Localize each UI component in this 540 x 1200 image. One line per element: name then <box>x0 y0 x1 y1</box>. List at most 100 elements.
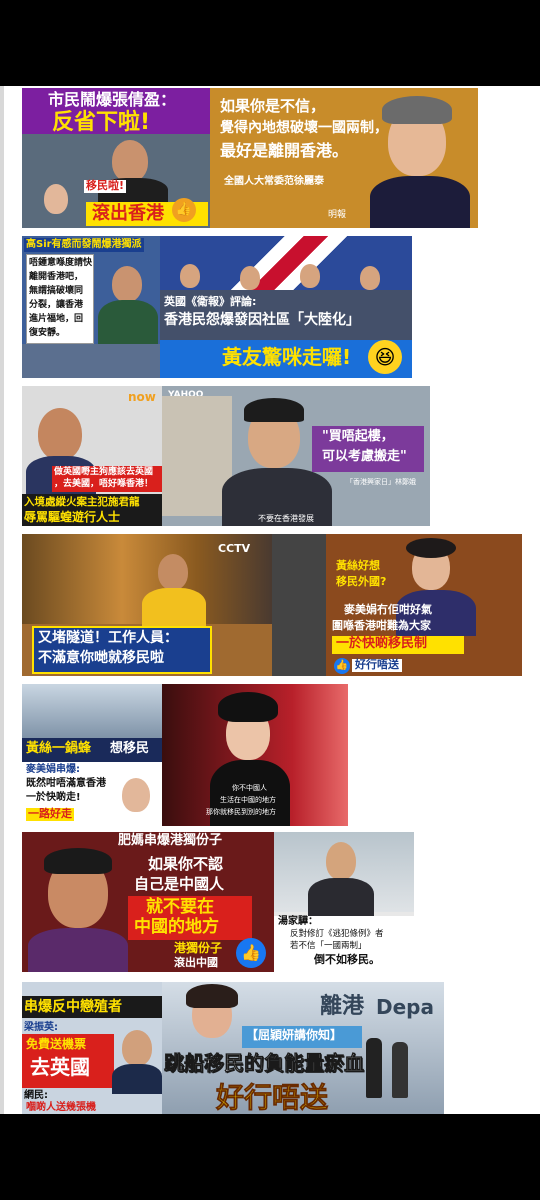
image-panel-2a: 高Sir有感而發鬧爆港獨派 唔鍾意喺度請快 離開香港吧， 無謂搞破壞同 分裂，讓… <box>22 236 160 378</box>
quote-source: 「香港興家日」林鄭娥 <box>346 478 416 486</box>
singer-body <box>210 760 290 826</box>
attribution: 全國人大常委范徐麗泰 <box>224 176 324 187</box>
woman-hair <box>186 984 238 1008</box>
header-line: 高Sir有感而發鬧爆港獨派 <box>24 238 144 252</box>
source-label: 明報 <box>328 210 347 220</box>
laughing-emoji-icon: 😆 <box>368 340 402 374</box>
crowd-face-2 <box>240 266 260 290</box>
inset-woman-face <box>122 778 150 812</box>
quote-line-1: 如果你是不信， <box>220 97 326 115</box>
caption-line-1: 英國《衛報》評論: <box>164 295 257 308</box>
headline-line-1: 黃絲一鍋蜂 <box>26 741 92 756</box>
quote-line-4: 中國的地方 <box>134 917 219 937</box>
person-face <box>112 140 148 182</box>
header-line: 肥媽串爆港獨份子 <box>118 833 223 848</box>
speech-line-2: 離開香港吧， <box>29 272 84 282</box>
headline-line-2: 辱罵驅蝗遊行人士 <box>24 510 121 524</box>
airport-scene <box>22 684 162 738</box>
man-face <box>122 1030 152 1066</box>
singer-hair <box>218 692 278 722</box>
crowd-face-3 <box>300 264 320 288</box>
crowd-face-1 <box>180 264 200 288</box>
quote-line-1: "買唔起樓， <box>322 429 394 444</box>
collage-row-4[interactable]: CCTV 又堵隧道！工作人員： 不滿意你哋就移民啦 黃絲好想 移民外國? 麥美娟… <box>22 534 522 676</box>
headline-line-2: 好行唔送 <box>216 1081 329 1114</box>
tag-line-2: 滾出中國 <box>174 956 218 969</box>
image-feed: 市民鬧爆張倩盈： 反省下啦! 移民啦! 滾出香港 👍 如果你是不信， 覺得內地想… <box>0 86 540 1114</box>
subtitle-line-2: 生活在中國的地方 <box>220 796 276 804</box>
quote-line-2: 若不信「一國兩制」 <box>290 941 367 951</box>
headline-line-1: 跳船移民的負能量瘀血 <box>164 1051 365 1075</box>
woman-hair <box>382 96 452 124</box>
caption-line-1: 黃絲好想 <box>336 559 380 572</box>
man-body <box>112 1064 162 1094</box>
woman-body <box>370 176 470 228</box>
quote-line-1: 反對修訂《逃犯條例》者 <box>290 929 384 939</box>
caption-line-1: 做英國嘢主狗應該去英國 <box>54 467 154 477</box>
speech-line-3: 無謂搞破壞同 <box>29 286 84 296</box>
sign-line-2: Depa <box>376 995 434 1019</box>
caption-line-2: 移民外國? <box>336 575 387 588</box>
collage-row-3[interactable]: now 做英國嘢主狗應該去英國 ，去美國，唔好喺香港！ 入境處縱火案主犯施君龍 … <box>22 386 430 526</box>
video-subtitle: 不要在香港發展 <box>258 514 314 523</box>
bottom-banner-label: 黃友驚咪走囉! <box>222 345 352 369</box>
quote-line-2: 可以考慮搬走" <box>322 449 407 464</box>
collage-row-1[interactable]: 市民鬧爆張倩盈： 反省下啦! 移民啦! 滾出香港 👍 如果你是不信， 覺得內地想… <box>22 88 478 228</box>
thumbs-up-icon: 👍 <box>172 198 196 222</box>
headline-label: 串爆反中戀殖者 <box>24 999 122 1015</box>
collage-row-5[interactable]: 黃絲一鍋蜂 想移民 麥美娟串爆: 既然咁唔滿意香港 一於快啲走! 一路好走 你不… <box>22 684 348 826</box>
image-panel-7a: 串爆反中戀殖者 梁振英: 免費送機票 去英國 網民: 嗰啲人送幾張機 <box>22 982 162 1114</box>
image-panel-2b: 英國《衛報》評論: 香港民怨爆發因社區「大陸化」 黃友驚咪走囉! 😆 <box>160 236 412 378</box>
image-panel-3b: YAHOO "買唔起樓， 可以考慮搬走" 「香港興家日」林鄭娥 不要在香港發展 <box>162 386 430 526</box>
headline-line-1: 市民鬧爆張倩盈： <box>48 90 177 109</box>
feed-left-edge <box>0 86 4 1114</box>
collage-row-6[interactable]: 肥媽串爆港獨份子 如果你不認 自己是中國人 就不要在 中國的地方 港獨份子 滾出… <box>22 832 414 972</box>
image-panel-5a: 黃絲一鍋蜂 想移民 麥美娟串爆: 既然咁唔滿意香港 一於快啲走! 一路好走 <box>22 684 162 826</box>
caption-line-2: ，去美國，唔好喺香港！ <box>54 479 154 489</box>
body-line-1: 既然咁唔滿意香港 <box>26 778 106 789</box>
caption-line-5: 一於快啲移民制 <box>336 636 428 651</box>
quote-line-2: 自己是中國人 <box>134 875 225 893</box>
man-face <box>326 842 356 880</box>
traveller-2 <box>392 1042 408 1098</box>
quote-line-3: 倒不如移民。 <box>314 953 380 966</box>
speech-line-5: 進片福地，回 <box>29 314 84 324</box>
man-body <box>308 878 374 918</box>
speech-line-1: 唔鍾意喺度請快 <box>29 258 93 268</box>
worker-vest <box>142 588 206 628</box>
now-logo: now <box>128 390 156 404</box>
man-body <box>98 300 158 344</box>
inset-woman-face <box>44 184 68 214</box>
caption-line-3: 麥美娟冇佢咁好氣 <box>344 603 432 616</box>
offer-line-2: 去英國 <box>30 1055 90 1079</box>
image-panel-7b: 離港 Depa 【屈穎妍講你知】 跳船移民的負能量瘀血 好行唔送 <box>162 982 444 1114</box>
headline-line-2: 想移民 <box>110 741 150 756</box>
man-hair <box>244 398 304 422</box>
speaker-label: 梁振英: <box>24 1022 58 1033</box>
caption-line-4: 圍喺香港咁難為大家 <box>332 619 431 632</box>
man-face <box>38 408 82 460</box>
label-text: 【屈穎妍講你知】 <box>246 1028 343 1042</box>
banner-line-1: 又堵隧道！工作人員： <box>38 630 178 646</box>
headline-line-1: 入境處縱火案主犯施君龍 <box>24 496 140 508</box>
exit-banner-label: 滾出香港 <box>92 203 164 224</box>
body-line-2: 一於快啲走! <box>26 792 81 803</box>
netizen-label: 網民: <box>24 1090 48 1101</box>
crowd-strip <box>22 344 160 378</box>
subtitle-line-3: 那你就移民到別的地方 <box>206 808 276 816</box>
image-panel-3a: now 做英國嘢主狗應該去英國 ，去美國，唔好喺香港！ 入境處縱火案主犯施君龍 … <box>22 386 162 526</box>
thumbs-up-icon: 👍 <box>334 658 350 674</box>
crowd-face-4 <box>360 266 380 290</box>
netizen-line: 嗰啲人送幾張機 <box>26 1102 96 1113</box>
speaker-label: 麥美娟串爆: <box>26 764 80 775</box>
caption-line-2: 香港民怨爆發因社區「大陸化」 <box>164 312 360 328</box>
speech-line-4: 分裂，讓香港 <box>29 300 84 310</box>
image-panel-4a: CCTV 又堵隧道！工作人員： 不滿意你哋就移民啦 <box>22 534 272 676</box>
farewell-label: 一路好走 <box>26 807 74 821</box>
collage-row-7[interactable]: 串爆反中戀殖者 梁振英: 免費送機票 去英國 網民: 嗰啲人送幾張機 離港 De… <box>22 982 444 1114</box>
collage-row-2[interactable]: 高Sir有感而發鬧爆港獨派 唔鍾意喺度請快 離開香港吧， 無謂搞破壞同 分裂，讓… <box>22 236 412 378</box>
quote-line-1: 如果你不認 <box>148 855 224 873</box>
subtitle-line-1: 你不中國人 <box>232 784 267 792</box>
traveller-1 <box>366 1038 382 1098</box>
farewell-tag: 好行唔送 <box>352 658 402 672</box>
